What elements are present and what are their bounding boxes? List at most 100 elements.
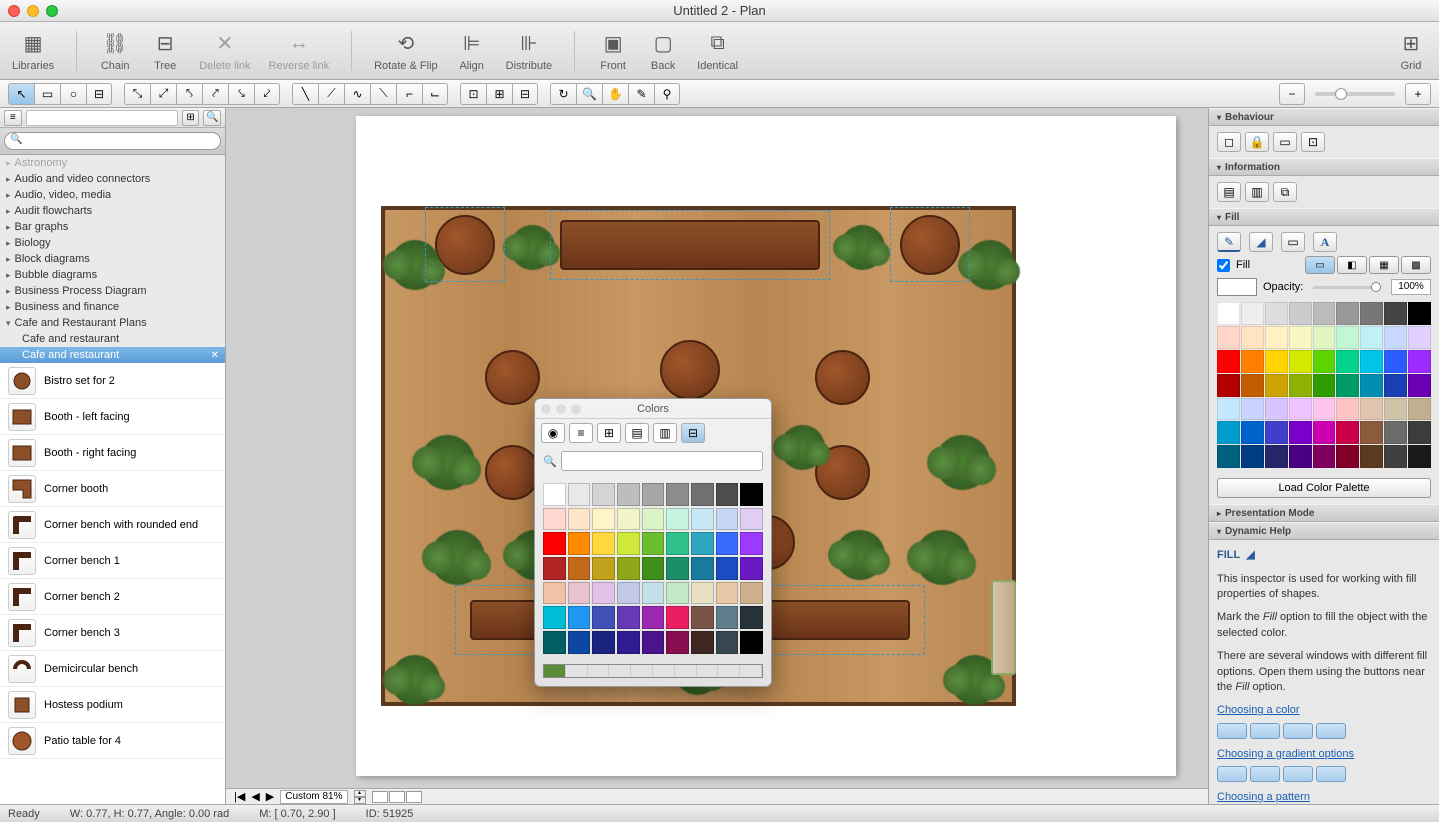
fill-texture-button[interactable]: ▩ — [1401, 256, 1431, 274]
line-3[interactable]: ∿ — [344, 83, 370, 105]
shadow-icon[interactable]: ▭ — [1281, 232, 1305, 252]
lib-item-business-finance[interactable]: Business and finance — [0, 299, 225, 315]
lock-icon[interactable]: 🔒 — [1245, 132, 1269, 152]
shape-item[interactable]: Corner booth — [0, 471, 225, 507]
palette-swatch[interactable] — [1336, 374, 1359, 397]
color-swatch[interactable] — [617, 483, 640, 506]
behaviour-btn-4[interactable]: ⊡ — [1301, 132, 1325, 152]
wall-3[interactable]: ⊟ — [512, 83, 538, 105]
distribute-button[interactable]: ⊪ Distribute — [506, 30, 552, 72]
zoom-window-button[interactable] — [46, 5, 58, 17]
info-btn-2[interactable]: ▥ — [1245, 182, 1269, 202]
lib-item-bubble-diagrams[interactable]: Bubble diagrams — [0, 267, 225, 283]
ellipse-tool[interactable]: ○ — [60, 83, 86, 105]
nav-prev-button[interactable]: ◀ — [251, 790, 259, 803]
bench-sofa[interactable] — [991, 580, 1016, 675]
connector-2[interactable]: ⤢ — [150, 83, 176, 105]
zoom-tool[interactable]: 🔍 — [576, 83, 602, 105]
color-custom-tab[interactable]: ⊟ — [681, 423, 705, 443]
color-swatch[interactable] — [642, 508, 665, 531]
search-toggle-button[interactable]: 🔍 — [203, 110, 221, 126]
colors-min-button[interactable] — [556, 404, 566, 414]
color-swatch[interactable] — [740, 606, 763, 629]
chain-button[interactable]: ⛓ Chain — [99, 30, 131, 72]
colors-titlebar[interactable]: Colors — [535, 399, 771, 419]
color-swatch[interactable] — [543, 631, 566, 654]
plant[interactable] — [965, 240, 1015, 290]
filter-input[interactable] — [26, 110, 178, 126]
palette-swatch[interactable] — [1360, 374, 1383, 397]
palette-swatch[interactable] — [1217, 445, 1240, 468]
color-image-tab[interactable]: ▤ — [625, 423, 649, 443]
color-swatch[interactable] — [568, 532, 591, 555]
color-swatch[interactable] — [740, 483, 763, 506]
minimize-window-button[interactable] — [27, 5, 39, 17]
palette-swatch[interactable] — [1313, 326, 1336, 349]
plant[interactable] — [915, 530, 970, 585]
palette-swatch[interactable] — [1289, 445, 1312, 468]
color-swatch[interactable] — [642, 606, 665, 629]
dynamic-help-header[interactable]: Dynamic Help — [1209, 522, 1439, 540]
lib-item-block-diagrams[interactable]: Block diagrams — [0, 251, 225, 267]
lib-item-bpd[interactable]: Business Process Diagram — [0, 283, 225, 299]
color-swatch[interactable] — [642, 631, 665, 654]
page-tabs[interactable] — [372, 791, 422, 803]
shape-item[interactable]: Booth - right facing — [0, 435, 225, 471]
color-swatch[interactable] — [740, 631, 763, 654]
palette-swatch[interactable] — [1265, 398, 1288, 421]
palette-swatch[interactable] — [1408, 326, 1431, 349]
lib-selected-cafe-restaurant[interactable]: Cafe and restaurant — [0, 347, 225, 363]
palette-swatch[interactable] — [1265, 302, 1288, 325]
palette-swatch[interactable] — [1241, 350, 1264, 373]
palette-swatch[interactable] — [1289, 350, 1312, 373]
behaviour-btn-1[interactable]: ◻ — [1217, 132, 1241, 152]
connector-3[interactable]: ⤣ — [176, 83, 202, 105]
recent-colors-strip[interactable] — [543, 664, 763, 678]
color-swatch[interactable] — [740, 508, 763, 531]
close-window-button[interactable] — [8, 5, 20, 17]
lib-item-cafe-restaurant-plans[interactable]: Cafe and Restaurant Plans — [0, 315, 225, 331]
color-swatch[interactable] — [617, 508, 640, 531]
color-swatch[interactable] — [568, 508, 591, 531]
palette-swatch[interactable] — [1360, 445, 1383, 468]
grid-button[interactable]: ⊞ Grid — [1395, 30, 1427, 72]
lib-item-biology[interactable]: Biology — [0, 235, 225, 251]
palette-swatch[interactable] — [1336, 326, 1359, 349]
connector-6[interactable]: ⤦ — [254, 83, 280, 105]
help-link-color[interactable]: Choosing a color — [1217, 703, 1431, 718]
color-swatch[interactable] — [716, 483, 739, 506]
fill-pattern-button[interactable]: ▦ — [1369, 256, 1399, 274]
palette-swatch[interactable] — [1384, 326, 1407, 349]
color-swatch[interactable] — [592, 582, 615, 605]
plant[interactable] — [420, 435, 475, 490]
palette-swatch[interactable] — [1408, 374, 1431, 397]
shape-item[interactable]: Hostess podium — [0, 687, 225, 723]
color-swatch[interactable] — [666, 532, 689, 555]
libraries-button[interactable]: ▦ Libraries — [12, 30, 54, 72]
lib-sub-cafe-restaurant[interactable]: Cafe and restaurant — [0, 331, 225, 347]
palette-swatch[interactable] — [1384, 421, 1407, 444]
palette-swatch[interactable] — [1217, 326, 1240, 349]
line-4[interactable]: ⟍ — [370, 83, 396, 105]
color-swatch[interactable] — [716, 606, 739, 629]
shape-item[interactable]: Corner bench with rounded end — [0, 507, 225, 543]
fill-solid-button[interactable]: ▭ — [1305, 256, 1335, 274]
palette-swatch[interactable] — [1217, 421, 1240, 444]
palette-swatch[interactable] — [1217, 398, 1240, 421]
color-swatch[interactable] — [543, 483, 566, 506]
plant[interactable] — [510, 225, 555, 270]
round-table[interactable] — [485, 350, 540, 405]
palette-swatch[interactable] — [1408, 302, 1431, 325]
load-palette-button[interactable]: Load Color Palette — [1217, 478, 1431, 498]
rect-tool[interactable]: ▭ — [34, 83, 60, 105]
colors-panel[interactable]: Colors ◉ ≡ ⊞ ▤ ▥ ⊟ 🔍 — [534, 398, 772, 687]
palette-swatch[interactable] — [1241, 302, 1264, 325]
plant[interactable] — [430, 530, 485, 585]
palette-swatch[interactable] — [1360, 398, 1383, 421]
palette-swatch[interactable] — [1217, 302, 1240, 325]
eyedrop-tool[interactable]: ✎ — [628, 83, 654, 105]
tree-button[interactable]: ⊟ Tree — [149, 30, 181, 72]
color-swatch[interactable] — [691, 631, 714, 654]
library-tree[interactable]: Astronomy Audio and video connectors Aud… — [0, 155, 225, 363]
palette-swatch[interactable] — [1336, 398, 1359, 421]
